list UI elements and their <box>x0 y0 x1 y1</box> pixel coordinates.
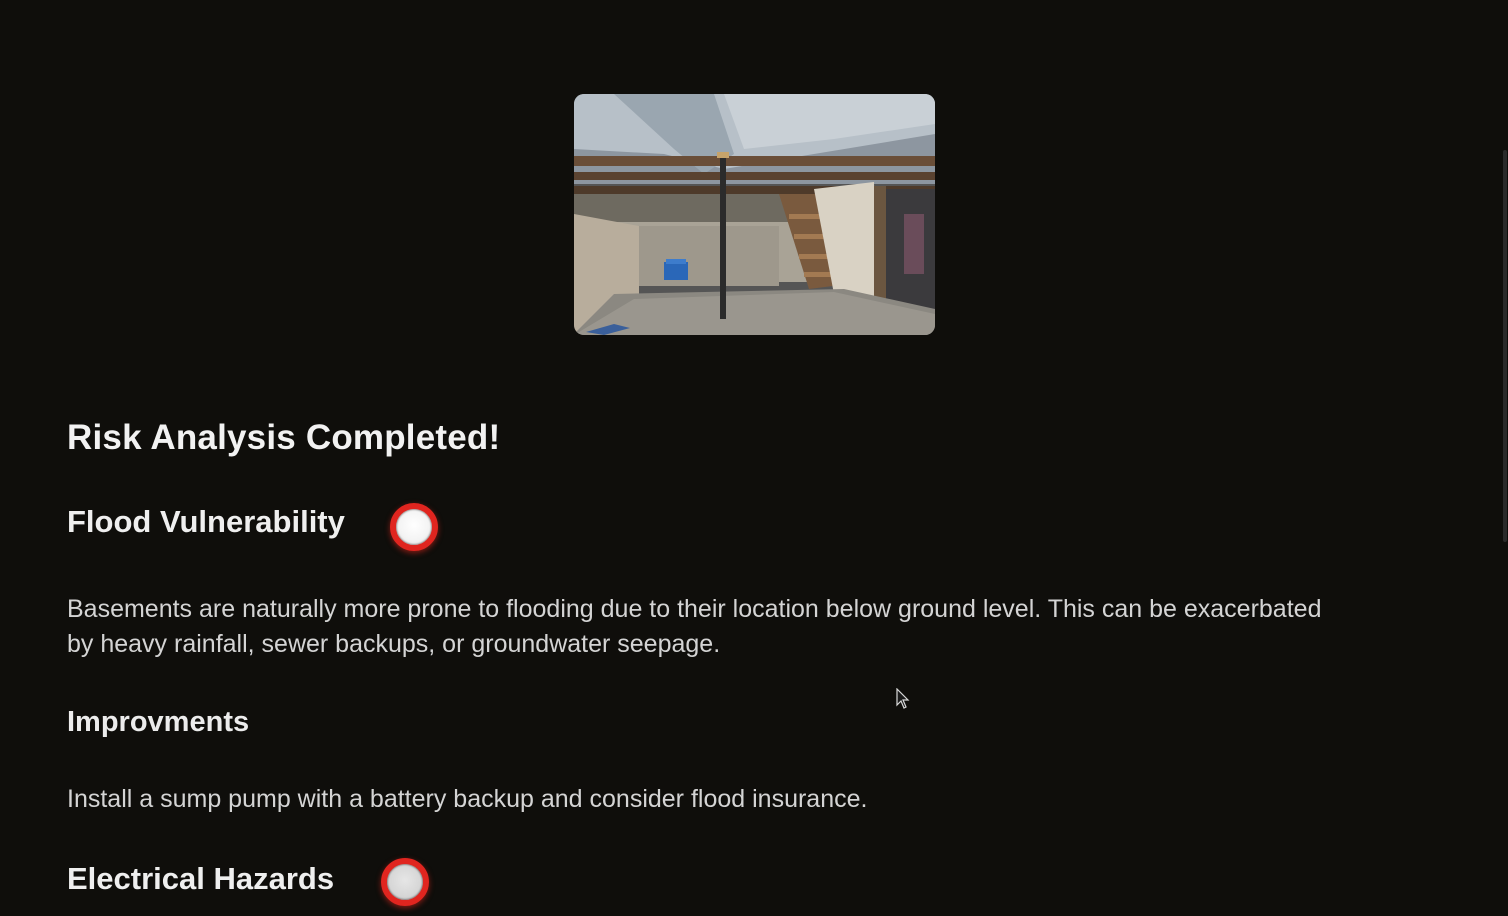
flood-risk-indicator-icon <box>390 503 438 551</box>
scrollbar-thumb[interactable] <box>1503 150 1507 542</box>
risk-heading-electrical-hazards: Electrical Hazards <box>67 861 335 896</box>
page-scrollbar[interactable] <box>1502 0 1508 916</box>
electrical-risk-indicator-icon <box>381 858 429 906</box>
mouse-pointer-icon <box>896 688 910 709</box>
improvements-heading: Improvments <box>67 706 250 738</box>
risk-heading-flood-vulnerability: Flood Vulnerability <box>67 504 345 539</box>
flood-improvement-text: Install a sump pump with a battery backu… <box>67 785 868 813</box>
basement-photo <box>574 94 935 335</box>
page-title: Risk Analysis Completed! <box>67 418 501 457</box>
flood-risk-description: Basements are naturally more prone to fl… <box>67 595 1322 658</box>
risk-analysis-page: Risk Analysis Completed! Flood Vulnerabi… <box>0 0 1508 916</box>
